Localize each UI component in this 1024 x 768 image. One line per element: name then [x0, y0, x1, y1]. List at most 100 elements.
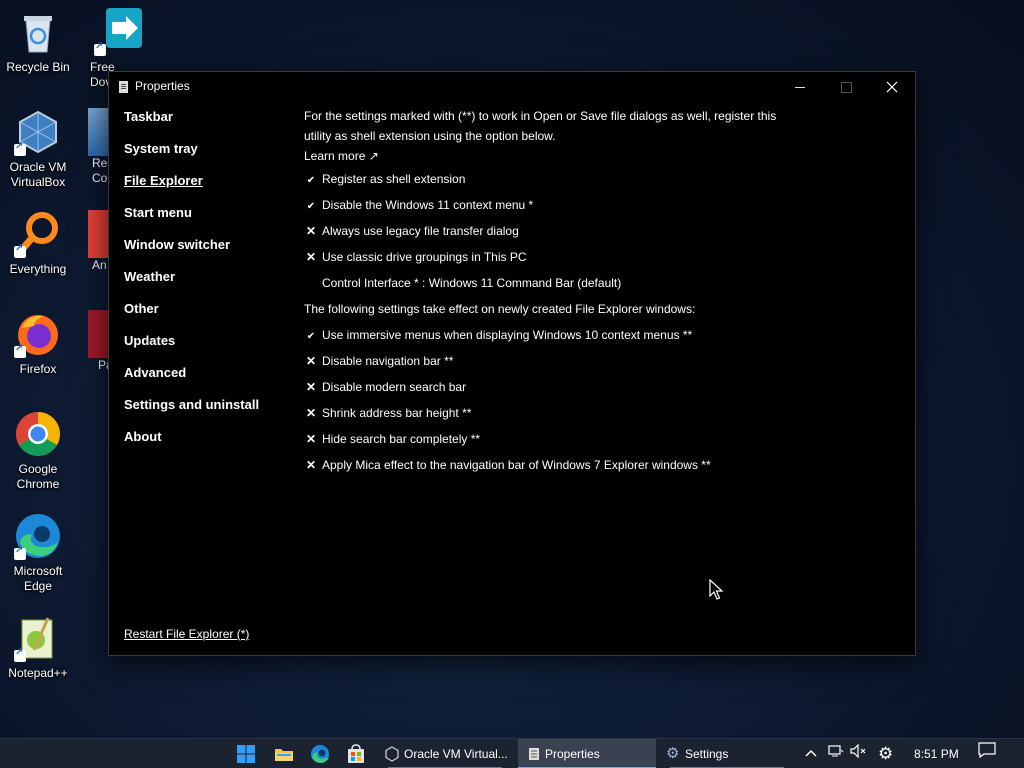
option-label: Hide search bar completely ** — [322, 432, 481, 446]
desktop-icon-label: Notepad++ — [8, 666, 68, 680]
properties-window: Properties Taskbar System tray File Expl… — [108, 71, 916, 656]
option-apply-mica-effect-to-the-navigation-bar-[interactable]: Apply Mica effect to the navigation bar … — [304, 452, 784, 478]
shortcut-arrow-icon — [14, 141, 26, 156]
nav-item-updates[interactable]: Updates — [124, 332, 259, 364]
desktop-icon-notepadpp[interactable]: Notepad++ — [0, 614, 76, 681]
option-label: Register as shell extension — [322, 172, 466, 186]
nav-item-system-tray[interactable]: System tray — [124, 140, 259, 172]
mouse-cursor-icon — [709, 579, 724, 600]
nav-item-window-switcher[interactable]: Window switcher — [124, 236, 259, 268]
volume-muted-icon — [850, 743, 866, 759]
desktop-icon-anydesk-partial[interactable]: An — [88, 210, 108, 276]
taskbar-app-virtualbox[interactable]: Oracle VM Virtual... — [378, 739, 512, 768]
document-icon — [119, 81, 128, 93]
nav-item-start-menu[interactable]: Start menu — [124, 204, 259, 236]
option-disable-modern-search-bar[interactable]: Disable modern search bar — [304, 374, 784, 400]
desktop-icon-edge[interactable]: Microsoft Edge — [0, 512, 76, 594]
desktop-icon-partial-pa[interactable]: Pa — [88, 310, 108, 376]
notification-icon — [978, 742, 996, 759]
options-group-b: Use immersive menus when displaying Wind… — [304, 322, 784, 478]
taskbar-file-explorer[interactable] — [272, 742, 296, 766]
clock[interactable]: 8:51 PM — [914, 739, 959, 768]
maximize-button[interactable] — [823, 72, 869, 102]
chevron-up-icon — [805, 749, 817, 757]
checkmark-icon — [304, 192, 318, 220]
everything-search-icon — [14, 210, 62, 258]
nav-item-other[interactable]: Other — [124, 300, 259, 332]
window-titlebar[interactable]: Properties — [109, 72, 915, 102]
learn-more-link[interactable]: Learn more ↗ — [304, 146, 379, 166]
desktop-icon-virtualbox[interactable]: Oracle VM VirtualBox — [0, 108, 76, 190]
desktop-icon-everything[interactable]: Everything — [0, 210, 76, 277]
taskbar-store[interactable] — [344, 742, 368, 766]
desktop-icon-label: Google Chrome — [16, 462, 60, 491]
taskbar-edge[interactable] — [308, 742, 332, 766]
app-icon — [88, 210, 108, 258]
app-icon — [88, 108, 108, 156]
option-use-classic-drive-groupings-in-this-pc[interactable]: Use classic drive groupings in This PC — [304, 244, 784, 270]
settings-tray-button[interactable]: ⚙ — [878, 739, 893, 768]
notifications-button[interactable] — [978, 739, 996, 768]
restart-file-explorer-link[interactable]: Restart File Explorer (*) — [124, 627, 249, 641]
file-explorer-settings-pane: For the settings marked with (**) to wor… — [304, 106, 784, 478]
taskbar: Oracle VM Virtual... Properties ⚙ Settin… — [0, 738, 1024, 768]
app-icon — [88, 310, 108, 358]
intro-text: For the settings marked with (**) to wor… — [304, 109, 777, 143]
cross-icon — [304, 374, 318, 400]
notepadpp-icon — [14, 614, 62, 662]
desktop-icon-label: Pa — [98, 358, 108, 372]
close-button[interactable] — [869, 72, 915, 102]
options-group-a: Register as shell extension Disable the W… — [304, 166, 784, 296]
checkmark-icon — [304, 166, 318, 194]
option-use-immersive-menus-when-displaying-wind[interactable]: Use immersive menus when displaying Wind… — [304, 322, 784, 348]
taskbar-app-label: Oracle VM Virtual... — [404, 747, 508, 761]
option-disable-navigation-bar[interactable]: Disable navigation bar ** — [304, 348, 784, 374]
close-icon — [886, 81, 898, 93]
taskbar-app-settings[interactable]: ⚙ Settings — [660, 739, 794, 768]
volume-button[interactable] — [850, 739, 868, 768]
option-label: Always use legacy file transfer dialog — [322, 224, 519, 238]
edge-icon — [14, 512, 62, 560]
desktop-icon-recycle-bin[interactable]: Recycle Bin — [0, 8, 76, 75]
cross-icon — [304, 218, 318, 244]
nav-item-taskbar[interactable]: Taskbar — [124, 108, 259, 140]
recycle-bin-icon — [14, 8, 62, 56]
nav-item-advanced[interactable]: Advanced — [124, 364, 259, 396]
nav-item-about[interactable]: About — [124, 428, 259, 460]
option-label: Disable navigation bar ** — [322, 354, 454, 368]
show-hidden-icons-button[interactable] — [804, 739, 818, 768]
network-status-button[interactable] — [828, 739, 844, 768]
option-disable-the-windows-11-context-menu[interactable]: Disable the Windows 11 context menu * — [304, 192, 784, 218]
start-button[interactable] — [234, 742, 258, 766]
nav-item-weather[interactable]: Weather — [124, 268, 259, 300]
network-icon — [828, 745, 844, 757]
gear-icon: ⚙ — [666, 745, 680, 762]
option-label: Use classic drive groupings in This PC — [322, 250, 527, 264]
edge-icon — [311, 745, 329, 763]
shortcut-arrow-icon — [14, 243, 26, 258]
desktop-icon-label: Rec Co — [92, 156, 108, 185]
shortcut-arrow-icon — [14, 545, 26, 560]
document-icon — [529, 748, 539, 760]
desktop-icon-chrome[interactable]: Google Chrome — [0, 410, 76, 492]
checkmark-icon — [304, 322, 318, 350]
desktop-icon-label: Microsoft Edge — [13, 564, 63, 593]
desktop-icon-label: An — [92, 258, 107, 272]
option-label: Apply Mica effect to the navigation bar … — [322, 458, 711, 472]
option-label: Disable modern search bar — [322, 380, 467, 394]
windows-logo-icon — [237, 745, 255, 763]
option-control-interface-windows-11-command-bar[interactable]: Control Interface * : Windows 11 Command… — [304, 270, 784, 296]
nav-item-file-explorer[interactable]: File Explorer — [124, 172, 259, 204]
taskbar-app-properties[interactable]: Properties — [518, 739, 656, 768]
option-shrink-address-bar-height[interactable]: Shrink address bar height ** — [304, 400, 784, 426]
minimize-button[interactable] — [777, 72, 823, 102]
nav-item-settings-and-uninstall[interactable]: Settings and uninstall — [124, 396, 259, 428]
option-label: Shrink address bar height ** — [322, 406, 472, 420]
desktop-icon-recuva-partial[interactable]: Rec Co — [88, 108, 108, 192]
option-hide-search-bar-completely[interactable]: Hide search bar completely ** — [304, 426, 784, 452]
cross-icon — [304, 426, 318, 452]
cross-icon — [304, 400, 318, 426]
option-register-as-shell-extension[interactable]: Register as shell extension — [304, 166, 784, 192]
desktop-icon-firefox[interactable]: Firefox — [0, 310, 76, 377]
option-always-use-legacy-file-transfer-dialog[interactable]: Always use legacy file transfer dialog — [304, 218, 784, 244]
